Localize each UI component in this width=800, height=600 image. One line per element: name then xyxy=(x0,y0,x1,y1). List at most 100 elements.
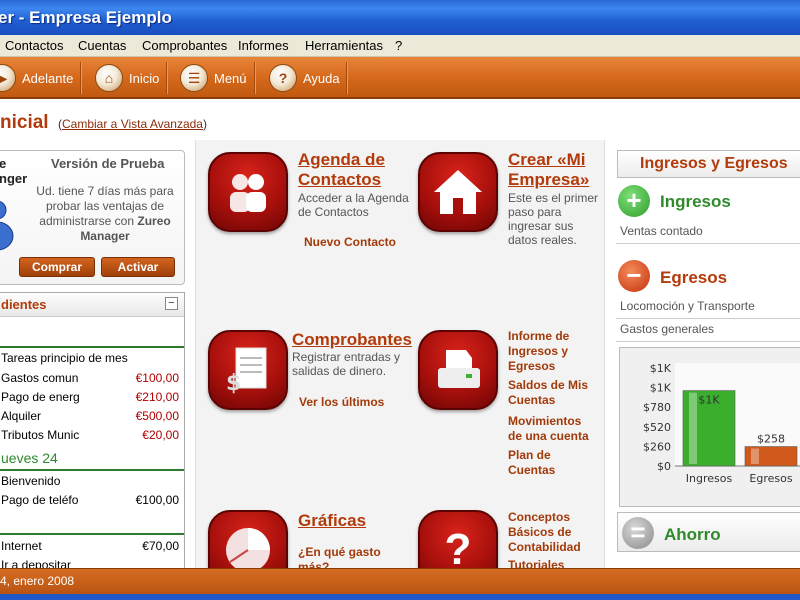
minus-icon: − xyxy=(618,260,650,292)
logo-line-2: nger xyxy=(0,171,28,186)
list-item[interactable]: Pago de teléfo €100,00 xyxy=(1,493,179,507)
link-line: Saldos de Mis xyxy=(508,378,589,392)
page-title: nicial xyxy=(0,112,49,133)
item-amount: €100,00 xyxy=(135,371,179,385)
desc-line: ingresar sus xyxy=(508,219,574,233)
printer-glyph xyxy=(438,350,480,388)
income-expense-header: Ingresos y Egresos xyxy=(617,150,800,178)
buy-button[interactable]: Comprar xyxy=(19,257,95,277)
divider xyxy=(616,243,800,244)
document-money-glyph: $ xyxy=(226,347,267,396)
product-logo-text: e nger xyxy=(0,156,27,186)
x-tick-label: Ingresos xyxy=(686,472,733,485)
account-movements-link[interactable]: Movimientos de una cuenta xyxy=(508,414,589,444)
menu-comprobantes[interactable]: Comprobantes xyxy=(142,38,227,53)
item-amount: €70,00 xyxy=(142,539,179,553)
day-heading: ueves 24 xyxy=(1,450,58,466)
help-button[interactable]: ? Ayuda xyxy=(269,63,340,93)
empresa-title-line: Empresa» xyxy=(508,170,590,189)
advanced-view-link[interactable]: Cambiar a Vista Avanzada xyxy=(62,117,203,131)
charts-title[interactable]: Gráficas xyxy=(298,511,366,531)
day-divider xyxy=(0,469,184,471)
contacts-icon[interactable] xyxy=(208,152,288,232)
list-item[interactable]: Pago de energ €210,00 xyxy=(1,390,179,404)
expense-item[interactable]: Locomoción y Transporte xyxy=(620,299,755,313)
help-label: Ayuda xyxy=(303,70,340,86)
item-label: Gastos comun xyxy=(1,371,79,385)
link-line: de una cuenta xyxy=(508,429,589,443)
item-amount: €100,00 xyxy=(135,493,179,507)
window-frame-bottom xyxy=(0,594,800,600)
menu-herramientas[interactable]: Herramientas xyxy=(305,38,383,53)
income-expense-panel: Ingresos y Egresos + Ingresos Ventas con… xyxy=(612,140,800,570)
menu-button[interactable]: ☰ Menú xyxy=(180,63,247,93)
home-button[interactable]: ⌂ Inicio xyxy=(95,63,159,93)
reports-printer-icon[interactable] xyxy=(418,330,498,410)
list-item[interactable]: Tributos Munic €20,00 xyxy=(1,428,179,442)
toolbar-separator xyxy=(346,62,347,94)
day-divider xyxy=(0,346,184,348)
accounting-basics-link[interactable]: Conceptos Básicos de Contabilidad xyxy=(508,510,581,555)
menu-cuentas[interactable]: Cuentas xyxy=(78,38,126,53)
list-item[interactable]: Internet €70,00 xyxy=(1,539,179,553)
item-label: Tributos Munic xyxy=(1,428,80,442)
menu-contactos[interactable]: Contactos xyxy=(5,38,64,53)
income-expense-report-link[interactable]: Informe de Ingresos y Egresos xyxy=(508,329,569,374)
list-item[interactable]: Bienvenido xyxy=(1,474,179,488)
list-item[interactable]: Gastos comun €100,00 xyxy=(1,371,179,385)
new-contact-link[interactable]: Nuevo Contacto xyxy=(304,235,396,250)
divider xyxy=(616,341,800,342)
item-label: Pago de teléfo xyxy=(1,493,79,507)
forward-button[interactable]: ▶ Adelante xyxy=(0,63,73,93)
vouchers-icon[interactable]: $ xyxy=(208,330,288,410)
agenda-title[interactable]: Agenda de Contactos xyxy=(298,150,385,190)
trial-message: Ud. tiene 7 días más para probar las ven… xyxy=(34,184,176,244)
desc-line: Registrar entradas y xyxy=(292,350,401,364)
list-item[interactable]: Alquiler €500,00 xyxy=(1,409,179,423)
collapse-button[interactable]: − xyxy=(165,297,178,310)
account-balances-link[interactable]: Saldos de Mis Cuentas xyxy=(508,378,588,408)
link-line: Básicos de xyxy=(508,525,572,539)
desc-line: de Contactos xyxy=(298,205,369,219)
savings-label[interactable]: Ahorro xyxy=(664,525,721,545)
pending-header: dientes xyxy=(0,293,184,317)
paren-close: ) xyxy=(202,117,207,131)
main-shortcuts: Agenda de Contactos Acceder a la Agenda … xyxy=(195,140,605,590)
link-line: Cuentas xyxy=(508,393,556,407)
expense-item[interactable]: Gastos generales xyxy=(620,322,714,336)
chart-of-accounts-link[interactable]: Plan de Cuentas xyxy=(508,448,555,478)
home-icon: ⌂ xyxy=(95,64,123,92)
link-line: Contabilidad xyxy=(508,540,581,554)
menu-help[interactable]: ? xyxy=(395,38,402,53)
menu-list-icon: ☰ xyxy=(180,64,208,92)
y-tick-label: $780 xyxy=(643,401,671,414)
link-line: Ingresos y xyxy=(508,344,569,358)
income-item[interactable]: Ventas contado xyxy=(620,224,703,238)
vouchers-title[interactable]: Comprobantes xyxy=(292,330,412,350)
divider xyxy=(616,318,800,319)
create-company-title[interactable]: Crear «Mi Empresa» xyxy=(508,150,589,190)
status-date: 4, enero 2008 xyxy=(0,574,75,588)
list-item[interactable]: Tareas principio de mes xyxy=(1,351,179,365)
agenda-title-line: Agenda de xyxy=(298,150,385,169)
empresa-title-line: Crear «Mi xyxy=(508,150,586,169)
y-tick-label: $0 xyxy=(657,460,671,473)
window-title-bar[interactable]: er - Empresa Ejemplo xyxy=(0,0,800,35)
company-home-icon[interactable] xyxy=(418,152,498,232)
activate-button[interactable]: Activar xyxy=(101,257,175,277)
y-tick-label: $520 xyxy=(643,421,671,434)
item-amount: €20,00 xyxy=(142,428,179,442)
menu-informes[interactable]: Informes xyxy=(238,38,289,53)
link-line: Movimientos xyxy=(508,414,582,428)
expense-label[interactable]: Egresos xyxy=(660,268,727,288)
view-latest-link[interactable]: Ver los últimos xyxy=(299,395,384,410)
svg-text:$: $ xyxy=(226,371,241,396)
desc-line: datos reales. xyxy=(508,233,577,247)
bar-highlight xyxy=(689,392,697,464)
equals-icon: = xyxy=(622,517,654,549)
item-amount: €210,00 xyxy=(135,390,179,404)
help-icon: ? xyxy=(269,64,297,92)
income-label[interactable]: Ingresos xyxy=(660,192,731,212)
link-line: Cuentas xyxy=(508,463,556,477)
data-label: $1K xyxy=(698,394,720,407)
